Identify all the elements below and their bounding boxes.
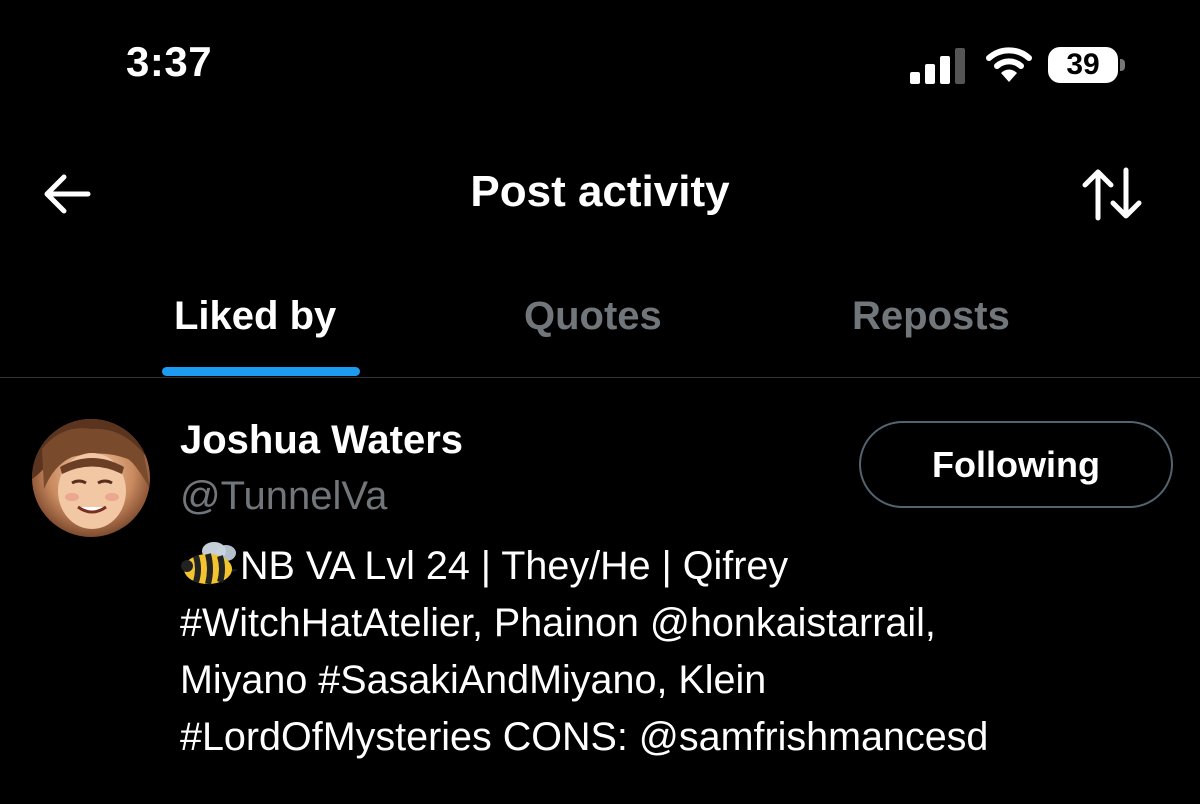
active-tab-indicator bbox=[162, 367, 360, 376]
avatar[interactable] bbox=[32, 419, 150, 537]
cellular-signal-icon bbox=[910, 48, 965, 84]
tab-quotes[interactable]: Quotes bbox=[524, 294, 662, 339]
tab-reposts[interactable]: Reposts bbox=[852, 294, 1010, 339]
page-title: Post activity bbox=[470, 167, 730, 216]
tab-liked-by[interactable]: Liked by bbox=[174, 294, 336, 339]
user-display-name[interactable]: Joshua Waters bbox=[180, 418, 463, 463]
bio-line: NB VA Lvl 24 | They/He | Qifrey bbox=[180, 538, 1180, 595]
wifi-icon bbox=[986, 47, 1032, 82]
tab-divider bbox=[0, 377, 1200, 378]
following-button[interactable]: Following bbox=[859, 421, 1173, 508]
battery-indicator: 39 bbox=[1048, 47, 1118, 83]
sort-arrows-icon[interactable] bbox=[1080, 166, 1144, 222]
status-time: 3:37 bbox=[126, 38, 213, 85]
bee-emoji-icon bbox=[181, 542, 238, 585]
user-handle[interactable]: @TunnelVa bbox=[180, 474, 387, 519]
bio-text-line-1: NB VA Lvl 24 | They/He | Qifrey bbox=[240, 544, 789, 588]
bio-text-line-4: #LordOfMysteries CONS: @samfrishmancesd bbox=[180, 715, 989, 759]
battery-nub bbox=[1120, 59, 1125, 71]
bio-text-line-2: #WitchHatAtelier, Phainon @honkaistarrai… bbox=[180, 601, 936, 645]
user-bio: NB VA Lvl 24 | They/He | Qifrey #WitchHa… bbox=[180, 538, 1180, 766]
bio-text-line-3: Miyano #SasakiAndMiyano, Klein bbox=[180, 658, 767, 702]
